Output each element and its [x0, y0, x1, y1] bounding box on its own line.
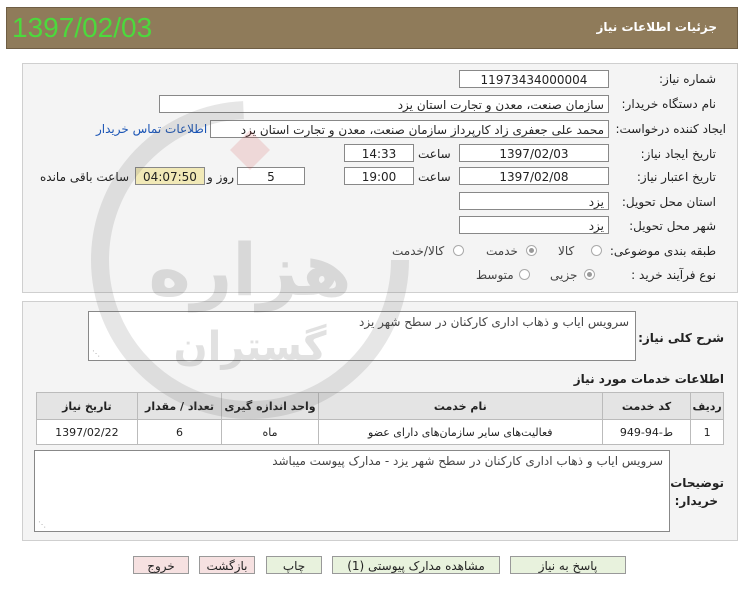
validity-date-field: 1397/02/08 [459, 167, 609, 185]
date-stamp: 1397/02/03 [12, 12, 153, 43]
col-need-date: تاریخ نیاز [36, 392, 138, 420]
col-service-code: کد خدمت [601, 392, 692, 420]
category-label: طبقه بندی موضوعی: [609, 244, 716, 258]
buyer-notes-label-2: خریدار: [674, 494, 718, 508]
days-field: 5 [237, 167, 305, 185]
col-row-number: ردیف [690, 392, 724, 420]
services-title: اطلاعات خدمات مورد نیاز [573, 372, 724, 386]
need-date-cell: 1397/02/22 [36, 419, 138, 445]
category-option-label-3: کالا/خدمت [392, 244, 445, 258]
remaining-label: ساعت باقی مانده [40, 170, 130, 184]
description-textarea[interactable]: سرویس ایاب و ذهاب اداری کارکنان در سطح ش… [88, 311, 636, 361]
buyer-org-field: سازمان صنعت، معدن و تجارت استان یزد [159, 95, 609, 113]
city-label: شهر محل تحویل: [629, 219, 716, 233]
reply-button[interactable]: پاسخ به نیاز [510, 556, 626, 574]
back-button[interactable]: بازگشت [199, 556, 255, 574]
services-table: ردیف کد خدمت نام خدمت واحد اندازه گیری ت… [36, 392, 724, 445]
created-time-field: 14:33 [344, 144, 414, 162]
resize-grip[interactable]: ⋰ [92, 349, 100, 358]
quantity-cell: 6 [136, 419, 223, 445]
requester-label: ایجاد کننده درخواست: [615, 122, 726, 136]
day-and-label: روز و [207, 170, 234, 184]
process-option-label-2: متوسط [476, 268, 514, 282]
buyer-notes-text: سرویس ایاب و ذهاب اداری کارکنان در سطح ش… [272, 454, 663, 468]
city-field: یزد [459, 216, 609, 234]
process-label: نوع فرآیند خرید : [631, 268, 716, 282]
process-radio-medium[interactable] [519, 269, 530, 280]
page-title: جزئیات اطلاعات نیاز [596, 20, 717, 34]
col-unit: واحد اندازه گیری [221, 392, 319, 420]
buyer-notes-textarea[interactable]: سرویس ایاب و ذهاب اداری کارکنان در سطح ش… [34, 450, 670, 532]
col-quantity: تعداد / مقدار [136, 392, 223, 420]
process-option-label-1: جزیی [550, 268, 578, 282]
category-radio-goods[interactable] [591, 245, 602, 256]
resize-grip[interactable]: ⋰ [38, 520, 46, 529]
description-label: شرح کلی نیاز: [638, 331, 724, 345]
col-service-name: نام خدمت [317, 392, 603, 420]
service-name-cell: فعالیت‌های سایر سازمان‌های دارای عضو [317, 419, 603, 445]
province-label: استان محل تحویل: [621, 195, 716, 209]
row-number-cell: 1 [690, 419, 724, 445]
unit-cell: ماه [221, 419, 319, 445]
print-button[interactable]: چاپ [266, 556, 322, 574]
buyer-notes-label-1: توضیحات [670, 476, 724, 490]
need-number-label: شماره نیاز: [659, 72, 716, 86]
description-text: سرویس ایاب و ذهاب اداری کارکنان در سطح ش… [359, 315, 629, 329]
need-number-field: 11973434000004 [459, 70, 609, 88]
table-row: 1 ط-94-949 فعالیت‌های سایر سازمان‌های دا… [36, 419, 724, 445]
category-radio-service[interactable] [526, 245, 537, 256]
process-radio-minor[interactable] [584, 269, 595, 280]
validity-hour-label: ساعت [418, 170, 451, 184]
category-option-label-2: خدمت [486, 244, 518, 258]
validity-time-field: 19:00 [344, 167, 414, 185]
remaining-time-field: 04:07:50 [135, 167, 205, 185]
category-radio-goods-service[interactable] [453, 245, 464, 256]
view-attachments-button[interactable]: مشاهده مدارک پیوستی (1) [332, 556, 500, 574]
province-field: یزد [459, 192, 609, 210]
created-hour-label: ساعت [418, 147, 451, 161]
service-code-cell: ط-94-949 [601, 419, 692, 445]
contact-buyer-link[interactable]: اطلاعات تماس خریدار [96, 122, 207, 136]
created-date-field: 1397/02/03 [459, 144, 609, 162]
validity-date-label: تاریخ اعتبار نیاز: [636, 170, 716, 184]
buyer-org-label: نام دستگاه خریدار: [621, 97, 717, 111]
exit-button[interactable]: خروج [133, 556, 189, 574]
services-header-row: ردیف کد خدمت نام خدمت واحد اندازه گیری ت… [36, 392, 724, 420]
category-option-label-1: کالا [558, 244, 575, 258]
requester-field: محمد علی جعفری زاد کارپرداز سازمان صنعت،… [210, 120, 609, 138]
created-date-label: تاریخ ایجاد نیاز: [640, 147, 716, 161]
